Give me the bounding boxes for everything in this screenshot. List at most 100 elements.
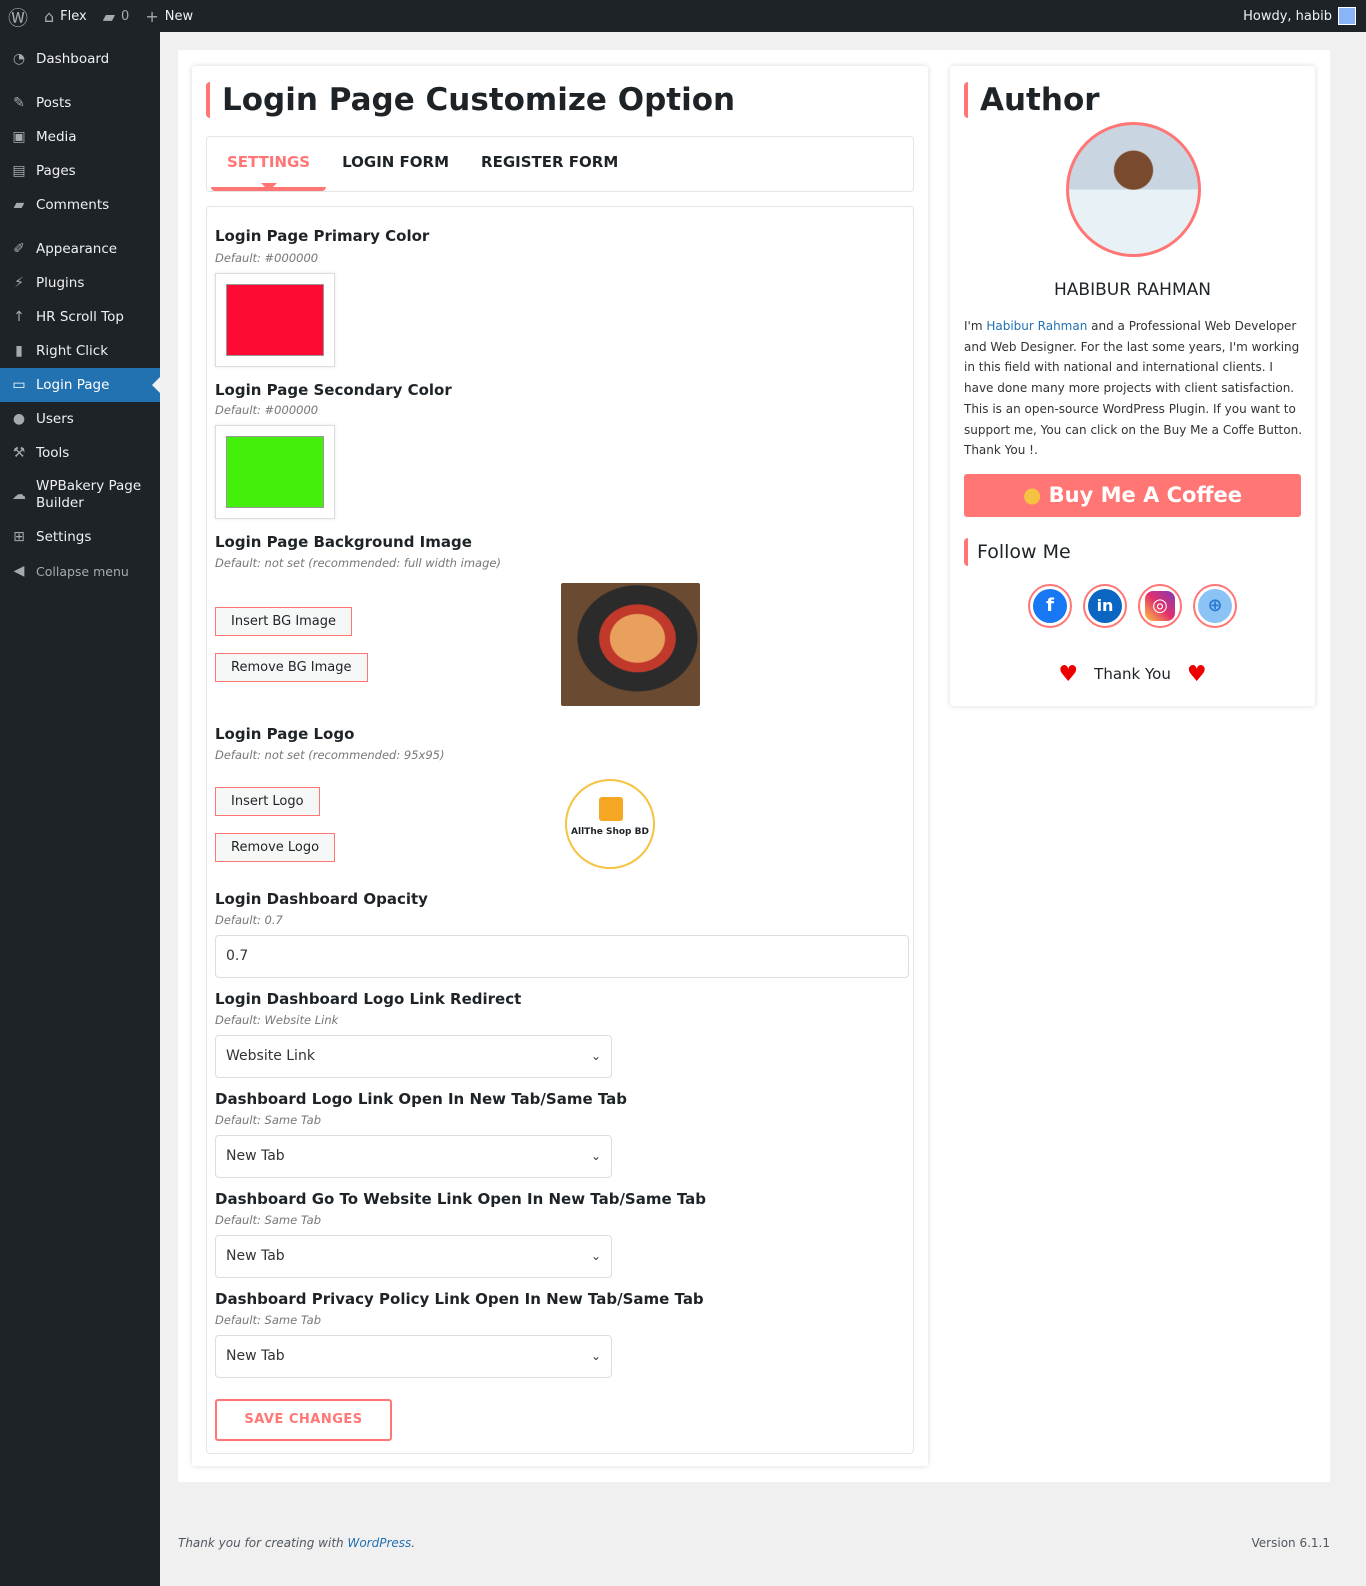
insert-logo-button[interactable]: Insert Logo xyxy=(215,787,320,816)
tab-login-form[interactable]: LOGIN FORM xyxy=(326,137,465,191)
primary-color-picker[interactable] xyxy=(215,273,335,367)
label: Login Page xyxy=(36,377,110,393)
collapse-menu-button[interactable]: ◀ Collapse menu xyxy=(0,554,160,588)
facebook-link[interactable]: f xyxy=(1028,584,1072,628)
bio-support-text: This is an open-source WordPress Plugin.… xyxy=(964,401,1303,458)
dashboard-icon: ◔ xyxy=(12,51,26,67)
sidebar-item-dashboard[interactable]: ◔ Dashboard xyxy=(0,42,160,76)
author-title: Author xyxy=(964,82,1100,118)
pages-icon: ▤ xyxy=(12,163,26,179)
arrow-up-icon: ↑ xyxy=(13,309,25,325)
author-card: Author HABIBUR RAHMAN I'm Habibur Rahman… xyxy=(950,66,1315,706)
page-title: Login Page Customize Option xyxy=(206,82,735,118)
coffee-label: Buy Me A Coffee xyxy=(1048,483,1242,507)
sidebar-item-right-click[interactable]: ▮ Right Click xyxy=(0,334,160,368)
label: Collapse menu xyxy=(36,563,129,579)
sidebar-item-plugins[interactable]: ⚡ Plugins xyxy=(0,266,160,300)
website-link[interactable]: ⊕ xyxy=(1193,584,1237,628)
save-changes-button[interactable]: SAVE CHANGES xyxy=(215,1399,392,1441)
remove-bg-image-button[interactable]: Remove BG Image xyxy=(215,653,368,682)
instagram-link[interactable]: ◎ xyxy=(1138,584,1182,628)
secondary-color-swatch xyxy=(226,436,324,508)
tab-bar: SETTINGS LOGIN FORM REGISTER FORM xyxy=(206,136,914,192)
sidebar-item-pages[interactable]: ▤ Pages xyxy=(0,154,160,188)
site-name-link[interactable]: ⌂ Flex xyxy=(36,0,95,32)
author-link[interactable]: Habibur Rahman xyxy=(986,319,1087,333)
settings-card: Login Page Customize Option SETTINGS LOG… xyxy=(192,66,928,1466)
sidebar-item-hr-scroll-top[interactable]: ↑ HR Scroll Top xyxy=(0,300,160,334)
logo-label: Login Page Logo xyxy=(215,725,355,743)
account-menu[interactable]: Howdy, habib xyxy=(1243,7,1366,25)
logo-tab-label: Dashboard Logo Link Open In New Tab/Same… xyxy=(215,1090,628,1108)
insert-bg-image-button[interactable]: Insert BG Image xyxy=(215,607,353,636)
sidebar-item-media[interactable]: ▣ Media xyxy=(0,120,160,154)
sidebar-item-comments[interactable]: ▰ Comments xyxy=(0,188,160,222)
comments-link[interactable]: ▰ 0 xyxy=(95,0,138,32)
logo-default: Default: not set (recommended: 95x95) xyxy=(215,748,445,762)
comment-icon: ▰ xyxy=(102,6,116,26)
linkedin-link[interactable]: in xyxy=(1083,584,1127,628)
buy-me-a-coffee-button[interactable]: ● Buy Me A Coffee xyxy=(964,474,1301,517)
sidebar-item-wpbakery[interactable]: ☁ WPBakery Page Builder xyxy=(0,470,160,520)
tab-register-form[interactable]: REGISTER FORM xyxy=(465,137,634,191)
sidebar-item-appearance[interactable]: ✐ Appearance xyxy=(0,232,160,266)
linkedin-icon: in xyxy=(1088,589,1122,623)
thank-you: ♥ Thank You ♥ xyxy=(950,662,1315,687)
author-bio: I'm Habibur Rahman and a Professional We… xyxy=(964,316,1304,461)
logo-tab-default: Default: Same Tab xyxy=(215,1113,321,1127)
logo-tab-select[interactable]: New Tab ⌄ xyxy=(215,1135,612,1178)
chevron-down-icon: ⌄ xyxy=(590,1349,601,1363)
privacy-tab-select[interactable]: New Tab ⌄ xyxy=(215,1335,612,1378)
shopping-bag-icon xyxy=(599,797,623,821)
sidebar-item-users[interactable]: ● Users xyxy=(0,402,160,436)
redirect-select[interactable]: Website Link ⌄ xyxy=(215,1035,612,1078)
settings-icon: ⊞ xyxy=(13,529,25,545)
site-name: Flex xyxy=(60,8,87,24)
sidebar-item-posts[interactable]: ✎ Posts xyxy=(0,86,160,120)
label: Tools xyxy=(36,445,70,461)
primary-color-default: Default: #000000 xyxy=(215,251,319,265)
media-icon: ▣ xyxy=(12,129,26,145)
label: Settings xyxy=(36,529,92,545)
footer-text: Thank you for creating with xyxy=(178,1536,348,1550)
label: Plugins xyxy=(36,275,85,291)
wordpress-logo-button[interactable]: Ⓦ xyxy=(0,0,36,32)
pin-icon: ✎ xyxy=(13,95,25,111)
new-content-link[interactable]: + New xyxy=(137,0,201,32)
login-icon: ▭ xyxy=(12,377,26,393)
sidebar-item-tools[interactable]: ⚒ Tools xyxy=(0,436,160,470)
secondary-color-default: Default: #000000 xyxy=(215,403,319,417)
instagram-icon: ◎ xyxy=(1145,591,1175,621)
facebook-icon: f xyxy=(1033,589,1067,623)
opacity-input[interactable]: 0.7 xyxy=(215,935,909,978)
sidebar-item-login-page[interactable]: ▭ Login Page xyxy=(0,368,160,402)
thank-you-text: Thank You xyxy=(1094,665,1171,683)
collapse-icon: ◀ xyxy=(13,563,25,579)
redirect-label: Login Dashboard Logo Link Redirect xyxy=(215,990,522,1008)
label: HR Scroll Top xyxy=(36,309,124,325)
label: Posts xyxy=(36,95,72,111)
website-tab-select[interactable]: New Tab ⌄ xyxy=(215,1235,612,1278)
bg-image-default: Default: not set (recommended: full widt… xyxy=(215,556,501,570)
secondary-color-label: Login Page Secondary Color xyxy=(215,381,452,399)
content-wrap: Login Page Customize Option SETTINGS LOG… xyxy=(178,50,1330,1482)
admin-menu: ◔ Dashboard ✎ Posts ▣ Media ▤ Pages ▰ Comment… xyxy=(0,32,160,1586)
heart-icon: ♥ xyxy=(1058,662,1079,687)
label: WPBakery Page Builder xyxy=(36,478,142,511)
remove-logo-button[interactable]: Remove Logo xyxy=(215,833,336,862)
label: Appearance xyxy=(36,241,118,257)
brush-icon: ✐ xyxy=(13,241,25,257)
admin-bar: Ⓦ ⌂ Flex ▰ 0 + New Howdy, habib xyxy=(0,0,1366,32)
plugin-icon: ⚡ xyxy=(14,275,24,291)
privacy-tab-default: Default: Same Tab xyxy=(215,1313,321,1327)
bg-image-label: Login Page Background Image xyxy=(215,533,472,551)
secondary-color-picker[interactable] xyxy=(215,425,335,519)
website-tab-label: Dashboard Go To Website Link Open In New… xyxy=(215,1190,707,1208)
sidebar-item-settings[interactable]: ⊞ Settings xyxy=(0,520,160,554)
globe-icon: ⊕ xyxy=(1198,589,1232,623)
wordpress-link[interactable]: WordPress xyxy=(347,1536,411,1550)
heart-icon: ♥ xyxy=(1186,662,1207,687)
tab-settings[interactable]: SETTINGS xyxy=(211,137,327,191)
footer: Thank you for creating with WordPress. V… xyxy=(178,1536,1330,1550)
label: Pages xyxy=(36,163,76,179)
